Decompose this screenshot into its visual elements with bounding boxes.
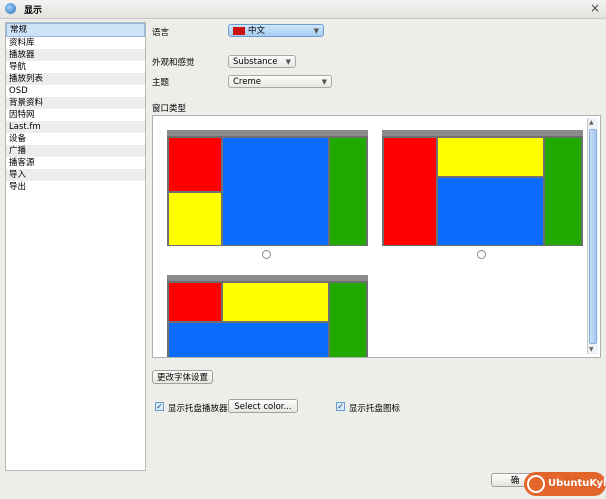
layout-option-3[interactable] — [167, 275, 368, 357]
show-tray-player-label: 显示托盘播放器 — [168, 404, 228, 414]
sidebar-item-lastfm[interactable]: Last.fm — [6, 121, 145, 133]
sidebar-item-podcasts[interactable]: 播客源 — [6, 157, 145, 169]
layout-block-blue — [438, 178, 543, 245]
scrollbar-thumb[interactable] — [589, 129, 597, 344]
layout-block-green — [545, 138, 581, 245]
close-icon[interactable]: × — [590, 1, 600, 15]
layout-option-1[interactable] — [167, 130, 368, 246]
sidebar-item-library[interactable]: 资料库 — [6, 37, 145, 49]
ubuntukylin-logo-icon — [527, 475, 545, 493]
app-icon — [5, 3, 16, 14]
sidebar-item-radio[interactable]: 广播 — [6, 145, 145, 157]
chevron-down-icon: ▼ — [285, 58, 291, 66]
layout-title-bar — [167, 275, 368, 281]
language-select[interactable]: 中文 ▼ — [228, 24, 324, 37]
sidebar-item-import[interactable]: 导入 — [6, 169, 145, 181]
layout-block-yellow — [438, 138, 543, 176]
scroll-down-icon[interactable]: ▼ — [589, 346, 594, 353]
layout-block-yellow — [223, 283, 328, 321]
sidebar-item-export[interactable]: 导出 — [6, 181, 145, 193]
layout-title-bar — [382, 130, 583, 136]
layout-block-red — [384, 138, 436, 245]
settings-sidebar: 常规 资料库 播放器 导航 播放列表 OSD 背景资料 因特网 Last.fm … — [5, 22, 146, 471]
language-label: 语言 — [152, 28, 170, 38]
theme-value: Creme — [233, 77, 261, 87]
sidebar-item-navigation[interactable]: 导航 — [6, 61, 145, 73]
language-value: 中文 — [248, 26, 266, 36]
layout-block-green — [330, 283, 366, 357]
theme-select[interactable]: Creme ▼ — [228, 75, 332, 88]
layout-block-green — [330, 138, 366, 245]
layout-block-red — [169, 138, 221, 191]
sidebar-item-osd[interactable]: OSD — [6, 85, 145, 97]
sidebar-item-internet[interactable]: 因特网 — [6, 109, 145, 121]
window-type-label: 窗口类型 — [152, 104, 187, 114]
layout-radio-2[interactable] — [477, 250, 486, 259]
scroll-up-icon[interactable]: ▲ — [589, 119, 594, 126]
layout-title-bar — [167, 130, 368, 136]
select-color-button[interactable]: Select color... — [228, 399, 298, 413]
flag-icon — [233, 26, 245, 35]
show-tray-icon-label: 显示托盘图标 — [349, 404, 401, 414]
appearance-select[interactable]: Substance ▼ — [228, 55, 296, 68]
preview-scrollbar[interactable]: ▲ ▼ — [587, 118, 598, 354]
font-settings-button[interactable]: 更改字体设置 — [152, 370, 213, 384]
chevron-down-icon: ▼ — [313, 27, 319, 35]
layout-block-blue — [169, 323, 328, 357]
layout-block-yellow — [169, 193, 221, 245]
title-bar: 显示 × — [0, 0, 606, 19]
window-title: 显示 — [24, 6, 43, 16]
layout-option-2[interactable] — [382, 130, 583, 246]
sidebar-item-general[interactable]: 常规 — [6, 23, 145, 37]
sidebar-item-player[interactable]: 播放器 — [6, 49, 145, 61]
chevron-down-icon: ▼ — [321, 78, 327, 86]
window-layout-preview — [152, 115, 601, 358]
sidebar-item-playlist[interactable]: 播放列表 — [6, 73, 145, 85]
watermark-text: UbuntuKylin — [548, 478, 606, 489]
layout-block-blue — [223, 138, 328, 245]
theme-label: 主题 — [152, 78, 170, 88]
layout-radio-1[interactable] — [262, 250, 271, 259]
show-tray-icon-checkbox[interactable]: ✓ — [336, 402, 345, 411]
sidebar-item-devices[interactable]: 设备 — [6, 133, 145, 145]
sidebar-item-context[interactable]: 背景资料 — [6, 97, 145, 109]
layout-block-red — [169, 283, 221, 321]
appearance-label: 外观和感觉 — [152, 58, 195, 68]
appearance-value: Substance — [233, 57, 278, 67]
show-tray-player-checkbox[interactable]: ✓ — [155, 402, 164, 411]
